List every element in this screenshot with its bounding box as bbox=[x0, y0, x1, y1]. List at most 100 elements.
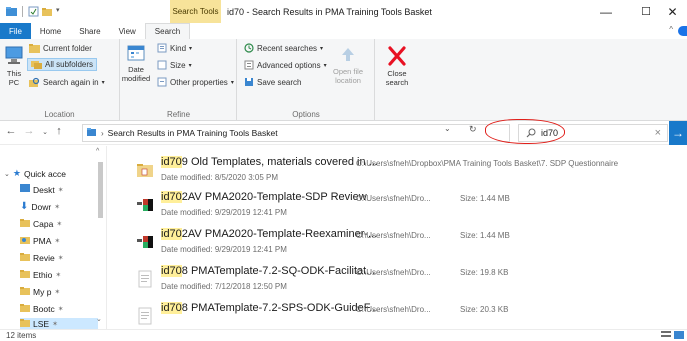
back-icon[interactable]: ← bbox=[4, 125, 18, 137]
tiles-view-icon[interactable] bbox=[674, 330, 684, 341]
file-path: C:\Users\sfneh\Dro... bbox=[356, 305, 431, 314]
expand-chevron-icon: ⌄ bbox=[4, 170, 10, 178]
toolbar-separator bbox=[22, 6, 23, 17]
open-file-location-button[interactable]: Open file location bbox=[328, 45, 368, 85]
breadcrumb: Search Results in PMA Training Tools Bas… bbox=[107, 128, 278, 138]
explorer-icon[interactable] bbox=[6, 6, 17, 17]
scroll-up-icon[interactable]: ^ bbox=[96, 148, 99, 155]
nav-item-ethiopia[interactable]: Ethio ✶ bbox=[20, 267, 98, 282]
up-icon[interactable]: ↑ bbox=[52, 125, 66, 137]
nav-item-my-p[interactable]: My p ✶ bbox=[20, 284, 98, 299]
tab-view[interactable]: View bbox=[110, 23, 145, 39]
ribbon-collapse-icon[interactable]: ^ bbox=[669, 25, 673, 34]
this-pc-button[interactable]: This PC bbox=[3, 45, 25, 87]
chevron-down-icon: ▾ bbox=[189, 46, 193, 52]
nav-pane-scrollbar[interactable]: ^ ⌄ bbox=[96, 148, 105, 326]
search-results-icon bbox=[87, 127, 97, 139]
tab-share[interactable]: Share bbox=[70, 23, 109, 39]
all-subfolders-button[interactable]: All subfolders bbox=[27, 58, 98, 71]
minimize-button[interactable]: — bbox=[586, 0, 626, 23]
save-icon bbox=[244, 77, 254, 89]
search-go-button[interactable]: → bbox=[669, 121, 687, 145]
nav-item-pma[interactable]: PMA ✶ bbox=[20, 233, 98, 248]
shared-folder-icon bbox=[20, 235, 30, 246]
address-dropdown-icon[interactable]: ⌄ bbox=[444, 124, 451, 133]
refine-group: Date modified Kind ▾ Size ▾ Other proper… bbox=[121, 39, 237, 121]
file-size: Size: 1.44 MB bbox=[460, 194, 510, 203]
date-modified-button[interactable]: Date modified bbox=[122, 43, 150, 83]
pin-icon: ✶ bbox=[57, 305, 64, 313]
save-search-button[interactable]: Save search bbox=[244, 76, 301, 89]
pin-icon: ✶ bbox=[54, 203, 61, 211]
chevron-down-icon: ▾ bbox=[323, 63, 327, 69]
size-button[interactable]: Size ▾ bbox=[157, 59, 192, 72]
open-location-icon bbox=[338, 45, 358, 67]
annotation-circle bbox=[485, 119, 565, 144]
results-list: id709 Old Templates, materials covered i… bbox=[108, 146, 687, 329]
list-item[interactable]: id708 PMATemplate-7.2-SQ-ODK-Facilitat..… bbox=[108, 263, 687, 297]
tab-search[interactable]: Search bbox=[144, 23, 191, 39]
close-search-button[interactable]: Close search bbox=[380, 45, 414, 87]
nav-item-quick-access[interactable]: ⌄ ★ Quick acce bbox=[4, 166, 94, 181]
list-item[interactable]: id702AV PMA2020-Template-SDP Review Date… bbox=[108, 189, 687, 223]
close-button[interactable]: ✕ bbox=[658, 0, 687, 23]
refine-group-label: Refine bbox=[166, 110, 191, 119]
pin-icon: ✶ bbox=[55, 271, 62, 279]
recent-searches-icon bbox=[244, 42, 254, 55]
nav-item-desktop[interactable]: Deskt ✶ bbox=[20, 182, 98, 197]
properties-icon[interactable] bbox=[28, 6, 39, 17]
nav-item-downloads[interactable]: ⬇ Dowr ✶ bbox=[20, 199, 98, 214]
customize-toolbar-icon[interactable]: ▾ bbox=[56, 6, 63, 17]
view-switcher bbox=[661, 330, 684, 341]
size-icon bbox=[157, 60, 167, 72]
file-path: C:\Users\sfneh\Dro... bbox=[356, 231, 431, 240]
file-path: C:\Users\sfneh\Dropbox\PMA Training Tool… bbox=[356, 159, 619, 168]
nav-item-capa[interactable]: Capa ✶ bbox=[20, 216, 98, 231]
recent-locations-icon[interactable]: ⌄ bbox=[38, 128, 52, 136]
document-file-icon bbox=[136, 307, 154, 325]
search-folder-icon bbox=[29, 77, 40, 89]
subfolders-icon bbox=[31, 59, 42, 71]
forward-icon[interactable]: → bbox=[22, 125, 36, 137]
advanced-options-button[interactable]: Advanced options ▾ bbox=[244, 59, 327, 72]
other-properties-button[interactable]: Other properties ▾ bbox=[157, 76, 234, 89]
address-toolbar: ← → ⌄ ↑ › Search Results in PMA Training… bbox=[0, 121, 687, 145]
star-icon: ★ bbox=[12, 168, 21, 178]
status-bar: 12 items bbox=[0, 329, 687, 341]
pin-icon: ✶ bbox=[57, 186, 64, 194]
new-folder-icon[interactable] bbox=[42, 6, 53, 17]
tab-home[interactable]: Home bbox=[31, 23, 70, 39]
location-group: This PC Current folder All subfolders Se… bbox=[0, 39, 120, 121]
navigation-pane: ⌄ ★ Quick acce Deskt ✶ ⬇ Dowr ✶ Capa ✶ P… bbox=[0, 146, 107, 329]
list-item[interactable]: id708 PMATemplate-7.2-SPS-ODK-GuideF... … bbox=[108, 300, 687, 329]
nav-item-bootcamp[interactable]: Bootc ✶ bbox=[20, 301, 98, 316]
nav-item-lse[interactable]: LSE ✶ bbox=[20, 318, 98, 329]
help-icon[interactable] bbox=[678, 26, 687, 36]
calendar-icon bbox=[126, 43, 146, 65]
file-size: Size: 20.3 KB bbox=[460, 305, 509, 314]
computer-icon bbox=[4, 45, 24, 69]
refresh-icon[interactable]: ↻ bbox=[469, 124, 477, 135]
file-path: C:\Users\sfneh\Dro... bbox=[356, 194, 431, 203]
pin-icon: ✶ bbox=[52, 320, 58, 328]
details-view-icon[interactable] bbox=[661, 330, 671, 341]
search-again-in-button[interactable]: Search again in ▾ bbox=[29, 76, 105, 89]
kind-button[interactable]: Kind ▾ bbox=[157, 42, 192, 55]
chevron-down-icon: ▾ bbox=[101, 80, 105, 86]
list-item[interactable]: id709 Old Templates, materials covered i… bbox=[108, 154, 687, 188]
folder-icon bbox=[20, 286, 30, 297]
list-item[interactable]: id702AV PMA2020-Template-Reexaminer-... … bbox=[108, 226, 687, 260]
pin-icon: ✶ bbox=[56, 220, 63, 228]
recent-searches-button[interactable]: Recent searches ▾ bbox=[244, 42, 323, 55]
file-size: Size: 19.8 KB bbox=[460, 268, 509, 277]
nav-item-review[interactable]: Revie ✶ bbox=[20, 250, 98, 265]
date-modified: Date modified: 9/29/2019 12:41 PM bbox=[161, 208, 287, 217]
current-folder-button[interactable]: Current folder bbox=[29, 42, 92, 55]
clear-search-icon[interactable]: × bbox=[655, 127, 661, 139]
scroll-thumb[interactable] bbox=[98, 162, 103, 218]
tab-file[interactable]: File bbox=[0, 23, 31, 39]
scroll-down-icon[interactable]: ⌄ bbox=[96, 315, 102, 323]
desktop-icon bbox=[20, 184, 30, 195]
video-file-icon bbox=[136, 196, 154, 214]
file-name: id709 Old Templates, materials covered i… bbox=[161, 156, 378, 168]
